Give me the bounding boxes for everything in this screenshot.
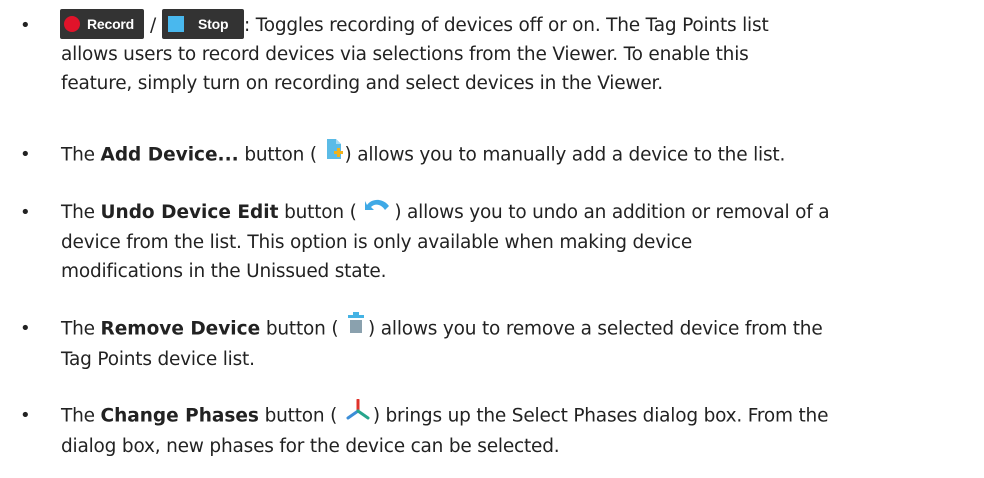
add-device-icon: [324, 138, 344, 169]
stop-button-label: Stop: [198, 16, 229, 32]
remove-description-1: ) allows you to remove a selected device…: [368, 318, 823, 340]
item-lead: The: [61, 405, 101, 427]
undo-device-edit-term: Undo Device Edit: [100, 202, 279, 223]
record-stop-line-1: Record / Stop : Toggles recording of dev…: [52, 9, 957, 41]
item-lead: The: [61, 318, 101, 340]
record-description-1: : Toggles recording of devices off or on…: [244, 15, 769, 36]
undo-description-1: ) allows you to undo an addition or remo…: [394, 202, 830, 223]
bullet: •: [20, 318, 31, 339]
item-lead: The: [61, 202, 101, 223]
record-button-label: Record: [87, 16, 135, 32]
stop-square-icon: [168, 16, 185, 32]
bullet: •: [20, 144, 31, 165]
record-button[interactable]: Record: [60, 9, 144, 39]
bullet: •: [20, 15, 31, 36]
phases-description-1: ) brings up the Select Phases dialog box…: [372, 405, 829, 427]
phases-description-2: dialog box, new phases for the device ca…: [61, 436, 560, 457]
undo-description-2: device from the list. This option is onl…: [61, 231, 693, 253]
item-lead: The: [61, 144, 101, 166]
help-document: • Record / Stop : Toggles recording of d…: [0, 0, 984, 478]
bullet: •: [20, 202, 31, 223]
trash-icon: [347, 312, 365, 343]
add-device-description: ) allows you to manually add a device to…: [344, 144, 786, 166]
record-dot-icon: [64, 16, 80, 32]
separator-slash: /: [150, 15, 157, 36]
change-phases-term: Change Phases: [100, 405, 259, 427]
phases-icon: [346, 398, 370, 430]
record-description-2: allows users to record devices via selec…: [61, 44, 749, 65]
undo-icon: [363, 197, 393, 226]
item-pre-icon: button (: [278, 202, 357, 223]
bullet: •: [20, 405, 31, 426]
stop-button[interactable]: Stop: [162, 9, 245, 39]
add-device-term: Add Device...: [100, 144, 239, 166]
item-pre-icon: button (: [260, 318, 339, 340]
item-pre-icon: button (: [258, 405, 338, 427]
item-pre-icon: button (: [238, 144, 317, 166]
record-description-3: feature, simply turn on recording and se…: [61, 73, 663, 94]
remove-description-2: Tag Points device list.: [61, 349, 255, 370]
undo-description-3: modifications in the Unissued state.: [61, 260, 387, 282]
remove-device-term: Remove Device: [100, 318, 261, 340]
